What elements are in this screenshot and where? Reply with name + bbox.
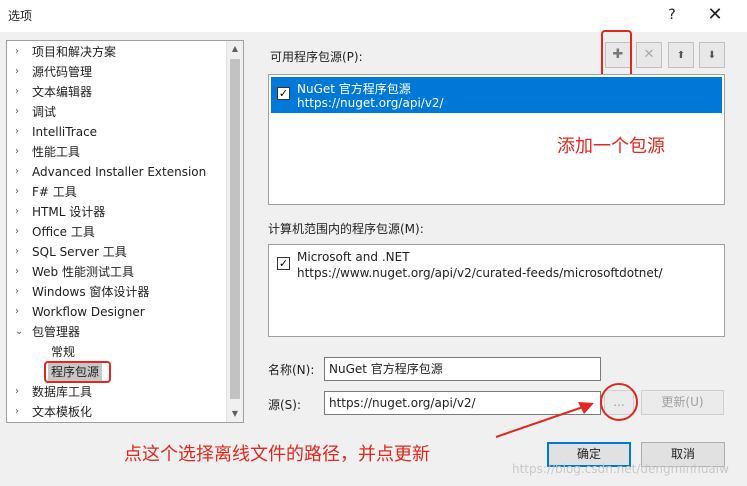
tree-item-label: SQL Server 工具 [32,245,127,259]
move-up-button[interactable]: ⬆ [668,42,694,68]
source-enabled-checkbox[interactable]: ✓ [277,87,290,100]
scroll-down-icon[interactable]: ▼ [227,406,243,422]
help-button[interactable]: ? [662,5,682,25]
chevron-right-icon: › [15,246,19,257]
chevron-down-icon: ⌄ [15,326,24,337]
annotation-browse-hint: 点这个选择离线文件的路径，并点更新 [124,444,430,465]
machine-sources-label: 计算机范围内的程序包源(M): [268,222,424,236]
title-bar [0,0,747,32]
update-button[interactable]: 更新(U) [641,390,724,415]
scrollbar-thumb[interactable] [230,59,240,399]
source-enabled-checkbox[interactable]: ✓ [277,257,290,270]
highlight-package-sources [44,361,111,383]
tree-item-label: Advanced Installer Extension [32,165,207,179]
source-label: 源(S): [268,398,302,412]
chevron-right-icon: › [15,126,19,137]
arrow-down-icon: ⬇ [707,50,717,61]
options-tree: › 项目和解决方案 › 源代码管理 › 文本编辑器 › 调试 › Intelli… [6,40,244,423]
close-button[interactable]: ✕ [704,4,726,26]
tree-item-label: Windows 窗体设计器 [32,285,150,299]
highlight-browse-button [600,383,638,421]
tree-item-label: 源代码管理 [32,65,93,79]
chevron-right-icon: › [15,306,19,317]
chevron-right-icon: › [15,166,19,177]
machine-sources-list: ✓ Microsoft and .NET https://www.nuget.o… [268,244,725,337]
source-name: Microsoft and .NET [297,250,410,264]
chevron-right-icon: › [15,266,19,277]
tree-item-label: 文本编辑器 [32,85,93,99]
tree-item-label: 项目和解决方案 [32,45,117,59]
tree-item-label: 包管理器 [32,325,81,339]
chevron-right-icon: › [15,286,19,297]
scroll-up-icon[interactable]: ▲ [227,41,243,57]
source-url: https://nuget.org/api/v2/ [297,96,444,110]
name-input[interactable]: NuGet 官方程序包源 [324,357,601,381]
chevron-right-icon: › [15,46,19,57]
chevron-right-icon: › [15,406,19,417]
x-icon: ✕ [643,47,655,62]
available-sources-label: 可用程序包源(P): [270,50,363,64]
annotation-arrow-icon [495,402,594,438]
tree-item-label: 调试 [32,105,57,119]
annotation-add-source: 添加一个包源 [557,136,665,157]
arrow-up-icon: ⬆ [676,50,686,61]
tree-item-label: Web 性能测试工具 [32,265,134,279]
tree-item-label: 文本模板化 [32,405,93,419]
chevron-right-icon: › [15,386,19,397]
tree-item-label: HTML 设计器 [32,205,106,219]
chevron-right-icon: › [15,206,19,217]
name-label: 名称(N): [268,363,315,377]
watermark: https://blog.csdn.net/dengminhuaiw [512,462,729,476]
tree-item-label: IntelliTrace [32,125,98,139]
chevron-right-icon: › [15,226,19,237]
tree-item-label: 性能工具 [32,145,81,159]
window-title: 选项 [8,9,33,23]
source-url: https://www.nuget.org/api/v2/curated-fee… [297,266,663,280]
tree-item-label: 常规 [51,345,76,359]
chevron-right-icon: › [15,106,19,117]
tree-scrollbar[interactable]: ▲ ▼ [226,41,243,422]
source-item-microsoft[interactable]: ✓ Microsoft and .NET https://www.nuget.o… [271,247,722,283]
tree-item-label: Workflow Designer [32,305,145,319]
chevron-right-icon: › [15,186,19,197]
source-name: NuGet 官方程序包源 [297,82,411,96]
chevron-right-icon: › [15,86,19,97]
source-item-nuget[interactable]: ✓ NuGet 官方程序包源 https://nuget.org/api/v2/ [271,77,722,113]
remove-source-button[interactable]: ✕ [636,42,662,68]
tree-item-label: Office 工具 [32,225,95,239]
tree-item-label: 数据库工具 [32,385,93,399]
move-down-button[interactable]: ⬇ [699,42,725,68]
chevron-right-icon: › [15,146,19,157]
chevron-right-icon: › [15,66,19,77]
tree-item-label: F# 工具 [32,185,77,199]
